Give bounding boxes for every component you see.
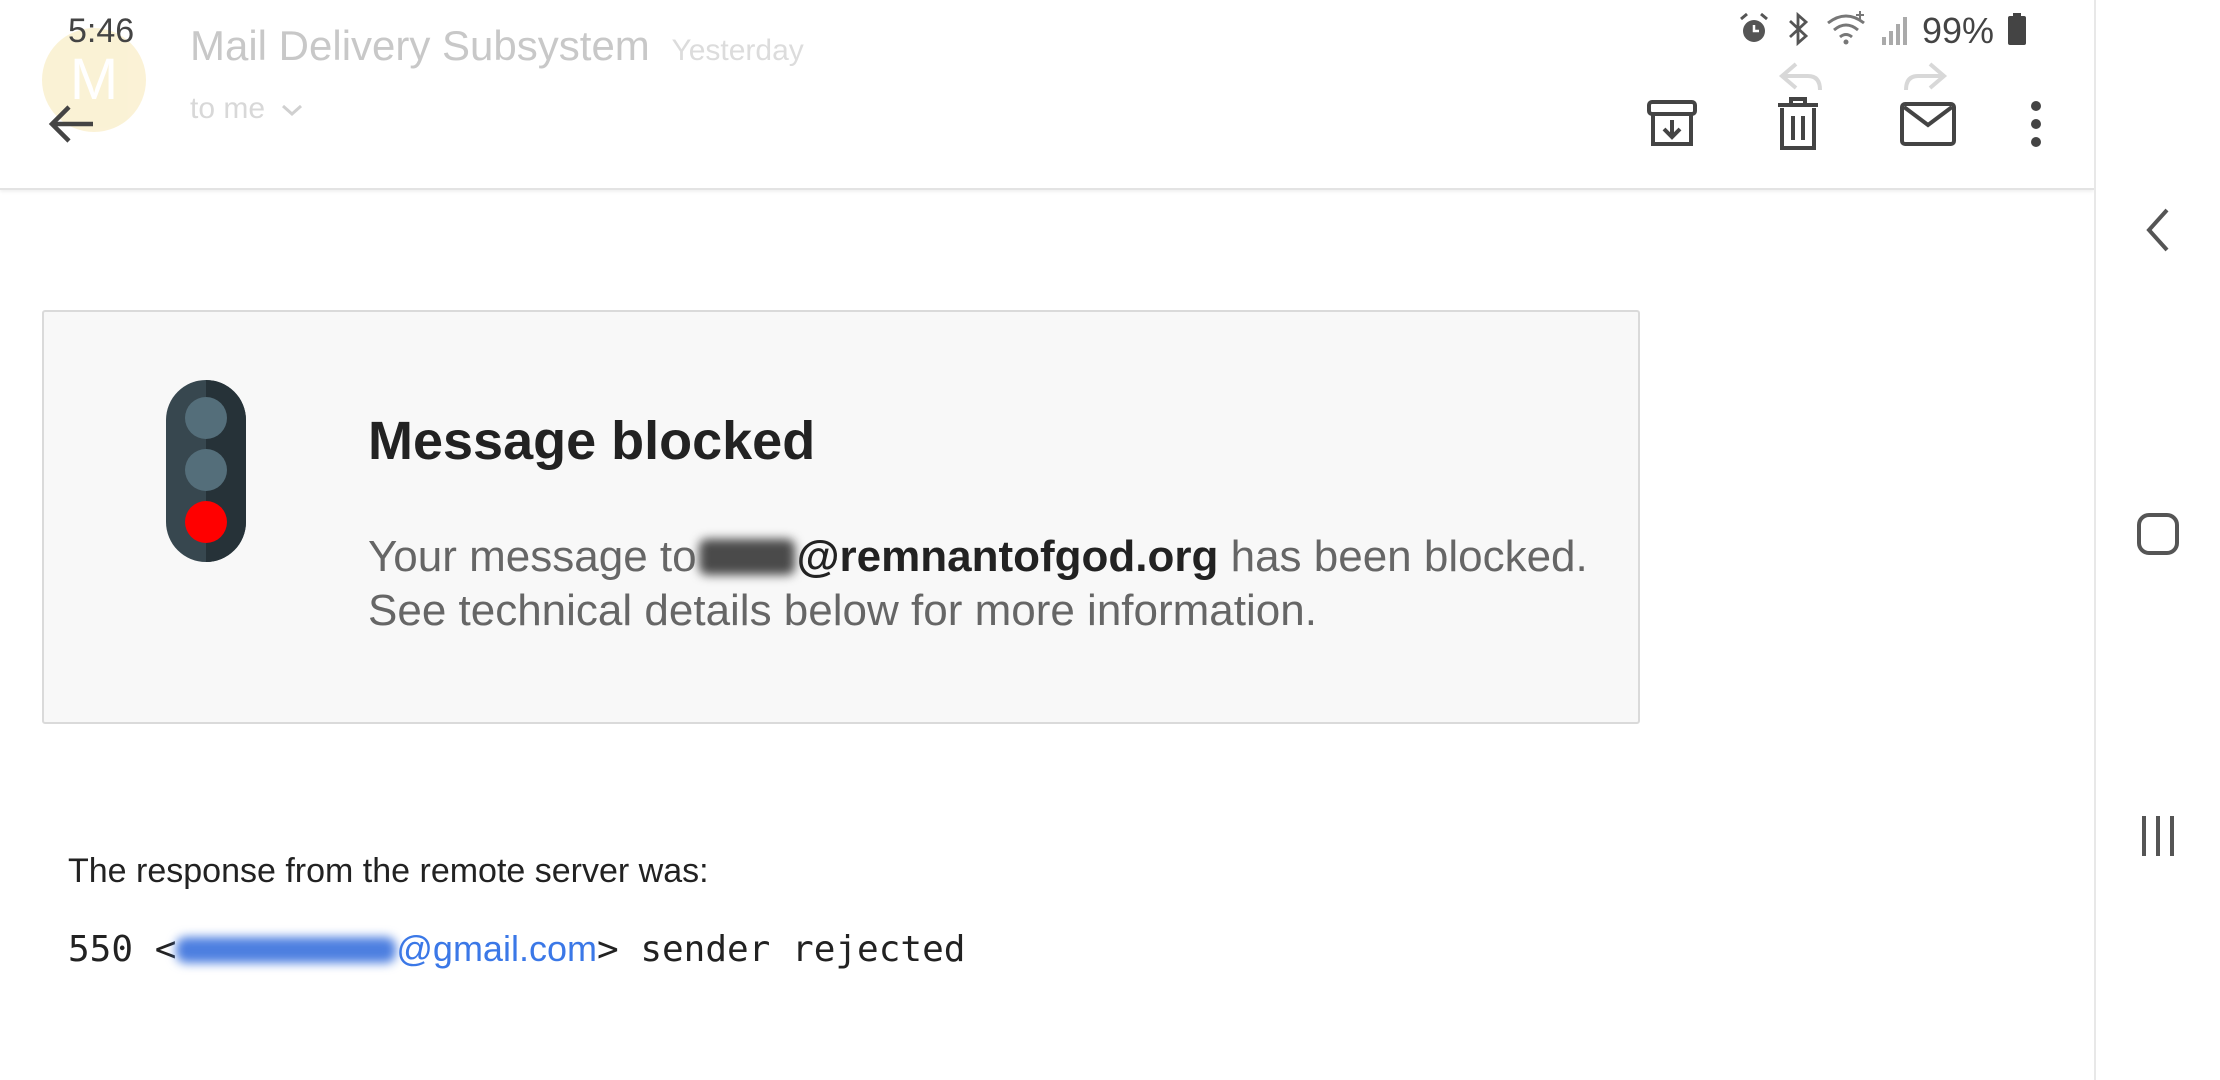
battery-percent: 99% xyxy=(1921,10,1994,51)
more-options-button[interactable] xyxy=(2014,96,2058,156)
status-icons: 99% xyxy=(1736,10,2028,52)
recents-icon xyxy=(2138,814,2178,863)
card-title: Message blocked xyxy=(368,411,816,471)
back-arrow-icon xyxy=(47,101,97,152)
recipient-domain: @remnantofgod.org xyxy=(796,532,1219,581)
chevron-down-icon xyxy=(273,92,305,125)
message-date: Yesterday xyxy=(671,34,804,67)
mark-unread-icon xyxy=(1899,101,1957,152)
body-prefix: Your message to xyxy=(368,532,697,581)
redacted-sender xyxy=(176,937,397,963)
sender-name-text: Mail Delivery Subsystem xyxy=(190,22,650,69)
sender-email-link[interactable]: @gmail.com xyxy=(396,928,597,969)
mark-unread-button[interactable] xyxy=(1892,96,1964,156)
back-chevron-icon xyxy=(2143,206,2173,259)
sender-name: Mail Delivery Subsystem Yesterday xyxy=(190,22,804,70)
response-label: The response from the remote server was: xyxy=(68,852,709,890)
response-code: 550 < xyxy=(68,929,177,970)
email-view: M Mail Delivery Subsystem Yesterday to m… xyxy=(0,0,2094,1080)
delete-icon xyxy=(1775,96,1821,157)
bluetooth-icon xyxy=(1784,11,1812,52)
wifi-icon xyxy=(1824,10,1868,52)
nav-home-button[interactable] xyxy=(2126,504,2190,568)
archive-button[interactable] xyxy=(1640,96,1704,156)
archive-icon xyxy=(1645,98,1699,155)
recipient-text: to me xyxy=(190,92,266,125)
battery-icon xyxy=(2006,11,2028,52)
home-square-icon xyxy=(2136,512,2180,561)
message-blocked-card: Message blocked Your message to @remnanto… xyxy=(42,310,1640,724)
card-body: Your message to @remnantofgod.org has bee… xyxy=(368,530,1608,638)
nav-back-button[interactable] xyxy=(2126,200,2190,264)
back-button[interactable] xyxy=(36,96,108,156)
alarm-icon xyxy=(1736,11,1772,52)
recipient-line: to me xyxy=(190,92,305,126)
response-line: 550 < @gmail.com> sender rejected xyxy=(68,928,965,970)
response-suffix: > sender rejected xyxy=(596,929,966,970)
signal-icon xyxy=(1880,11,1910,52)
traffic-light-icon xyxy=(164,378,248,569)
app-bar: M Mail Delivery Subsystem Yesterday to m… xyxy=(0,0,2094,190)
system-nav-bar xyxy=(2096,0,2220,1080)
status-time: 5:46 xyxy=(68,12,135,50)
delete-button[interactable] xyxy=(1766,96,1830,156)
redacted-recipient xyxy=(698,539,795,575)
more-options-icon xyxy=(2029,100,2043,153)
nav-recents-button[interactable] xyxy=(2126,806,2190,870)
